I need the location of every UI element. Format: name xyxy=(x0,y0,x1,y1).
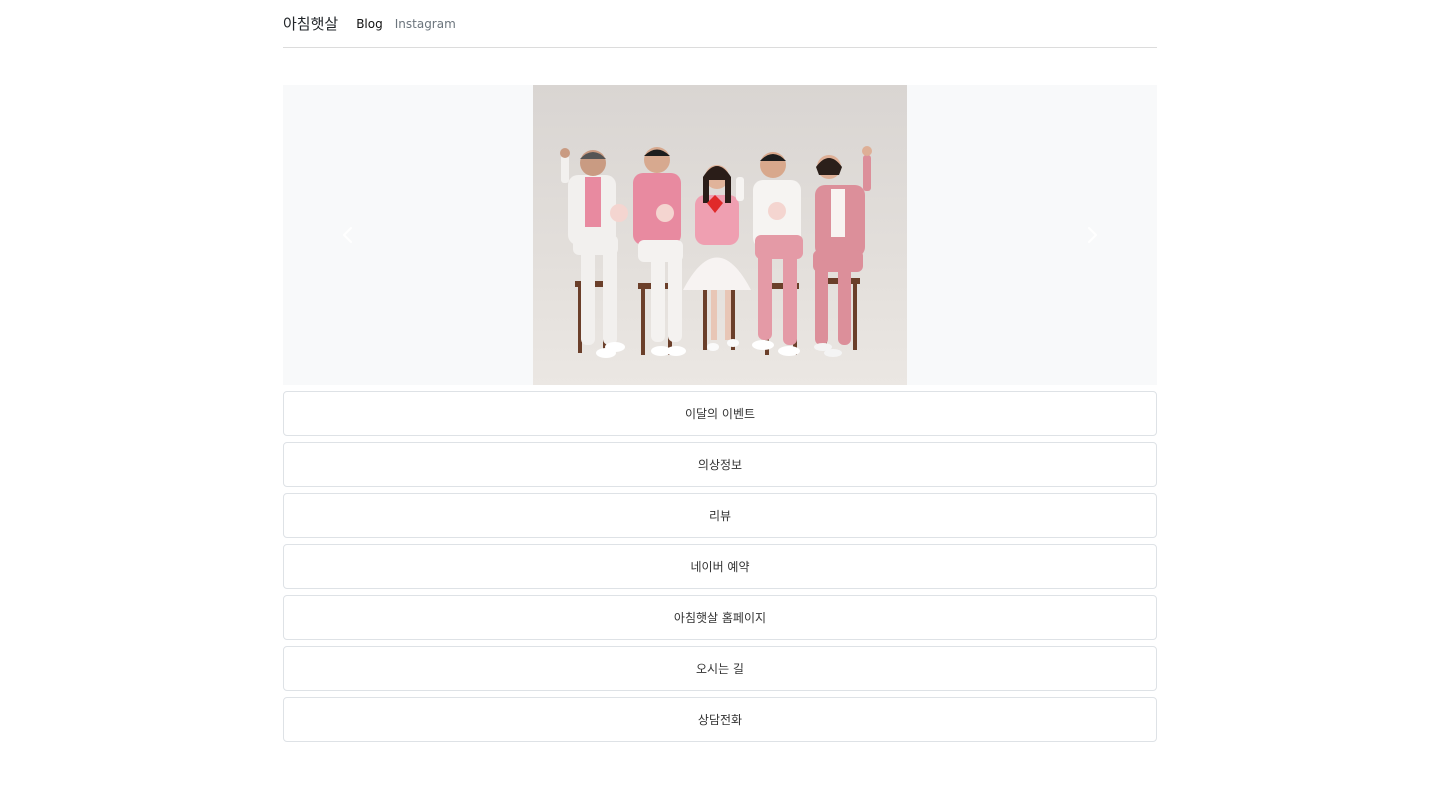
carousel-next-control[interactable] xyxy=(1082,220,1102,250)
homepage-button[interactable]: 아침햇살 홈페이지 xyxy=(283,595,1157,640)
brand-logo-link[interactable]: 아침햇살 xyxy=(283,13,338,34)
directions-button[interactable]: 오시는 길 xyxy=(283,646,1157,691)
nav-link-blog[interactable]: Blog xyxy=(356,17,383,31)
outfit-info-button[interactable]: 의상정보 xyxy=(283,442,1157,487)
naver-booking-button[interactable]: 네이버 예약 xyxy=(283,544,1157,589)
carousel-prev-control[interactable] xyxy=(338,220,358,250)
page-container: 아침햇살 Blog Instagram 이달의 이벤트 의상정보 리뷰 네이버 … xyxy=(283,0,1157,742)
phone-consult-button[interactable]: 상담전화 xyxy=(283,697,1157,742)
chevron-left-icon xyxy=(343,227,352,243)
top-navbar: 아침햇살 Blog Instagram xyxy=(283,0,1157,48)
family-photo xyxy=(533,85,907,385)
review-button[interactable]: 리뷰 xyxy=(283,493,1157,538)
event-button[interactable]: 이달의 이벤트 xyxy=(283,391,1157,436)
link-button-list: 이달의 이벤트 의상정보 리뷰 네이버 예약 아침햇살 홈페이지 오시는 길 상… xyxy=(283,391,1157,748)
photo-carousel xyxy=(283,85,1157,385)
chevron-right-icon xyxy=(1088,227,1097,243)
nav-link-instagram[interactable]: Instagram xyxy=(395,17,456,31)
